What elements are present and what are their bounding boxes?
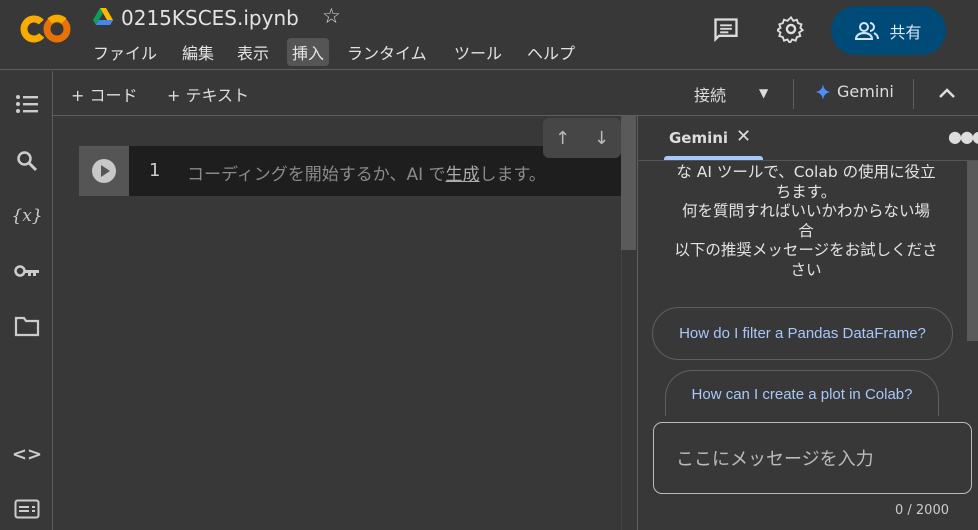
gemini-message-input[interactable]: ここにメッセージを入力: [653, 422, 972, 494]
suggestion-chip[interactable]: How can I create a plot in Colab?: [665, 370, 939, 416]
line-number: 1: [149, 160, 161, 181]
menu-help[interactable]: ヘルプ: [522, 38, 580, 66]
left-sidebar: {x} <>: [0, 71, 53, 530]
move-up-icon[interactable]: ↑: [555, 128, 570, 149]
play-icon: [92, 159, 116, 183]
settings-gear-icon[interactable]: [777, 15, 805, 43]
people-icon: [855, 21, 880, 40]
terminal-icon[interactable]: [14, 496, 40, 522]
divider: [793, 79, 794, 109]
add-text-button[interactable]: + テキスト: [167, 82, 249, 106]
connect-dropdown-icon[interactable]: ▼: [759, 86, 768, 100]
connect-button[interactable]: 接続: [694, 82, 726, 106]
notebook-title[interactable]: 0215KSCES.ipynb: [121, 6, 299, 30]
character-count: 0 / 2000: [895, 503, 949, 518]
tab-gemini[interactable]: Gemini: [669, 129, 728, 147]
collapse-header-icon[interactable]: [938, 84, 956, 103]
notebook-scrollbar-thumb[interactable]: [621, 116, 636, 250]
comment-icon[interactable]: [712, 16, 740, 44]
top-header: 0215KSCES.ipynb ☆ ファイル 編集 表示 挿入 ランタイム ツー…: [0, 0, 978, 70]
more-options-icon[interactable]: ●●●: [948, 127, 978, 146]
menu-view[interactable]: 表示: [232, 38, 274, 66]
table-of-contents-icon[interactable]: [14, 91, 40, 117]
menu-runtime[interactable]: ランタイム: [342, 38, 432, 66]
gemini-button[interactable]: Gemini: [815, 82, 894, 101]
share-label: 共有: [889, 22, 922, 42]
cell-placeholder[interactable]: コーディングを開始するか、AI で生成します。: [187, 160, 621, 185]
divider: [637, 160, 978, 161]
menu-file[interactable]: ファイル: [88, 38, 162, 66]
move-down-icon[interactable]: ↓: [594, 128, 609, 149]
gemini-sparkle-icon: [815, 83, 831, 100]
code-snippets-icon[interactable]: <>: [12, 441, 42, 467]
search-icon[interactable]: [14, 148, 40, 174]
suggestion-chip[interactable]: How do I filter a Pandas DataFrame?: [652, 307, 953, 360]
divider: [913, 79, 914, 109]
drive-icon[interactable]: [93, 8, 113, 26]
menu-tools[interactable]: ツール: [449, 38, 507, 66]
add-code-button[interactable]: + コード: [71, 82, 138, 106]
generate-link[interactable]: 生成: [446, 165, 480, 185]
gemini-intro-text: な AI ツールで、Colab の使用に役立 ちます。 何を質問すればいいかわか…: [674, 163, 938, 279]
cell-navigation: ↑ ↓: [543, 118, 621, 158]
notebook-toolbar: + コード + テキスト 接続 ▼ Gemini: [53, 71, 978, 116]
menu-insert[interactable]: 挿入: [287, 38, 330, 66]
folder-icon[interactable]: [14, 313, 40, 339]
menu-edit[interactable]: 編集: [177, 38, 219, 66]
gemini-scrollbar-thumb[interactable]: [967, 161, 978, 341]
star-icon[interactable]: ☆: [322, 4, 341, 28]
share-button[interactable]: 共有: [831, 6, 946, 55]
run-cell-button[interactable]: [79, 146, 129, 196]
key-icon[interactable]: [14, 258, 40, 284]
variables-icon[interactable]: {x}: [11, 203, 42, 229]
close-icon[interactable]: ✕: [736, 126, 751, 147]
colab-logo[interactable]: [20, 12, 72, 46]
